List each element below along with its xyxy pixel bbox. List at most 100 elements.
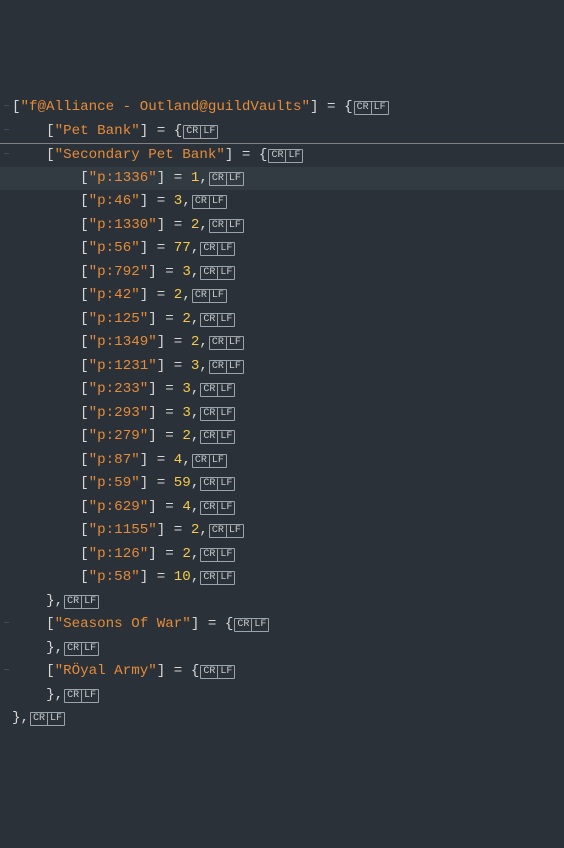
eol-marker: CRLF <box>193 449 227 473</box>
brace-close: } <box>12 710 21 726</box>
bracket-close: ] <box>225 147 234 163</box>
code-line[interactable]: },CRLF <box>0 707 564 731</box>
bracket-close: ] <box>157 334 166 350</box>
code-line[interactable]: ["p:125"] = 2,CRLF <box>0 308 564 332</box>
eol-marker: CRLF <box>184 120 218 144</box>
code-line[interactable]: ["p:1349"] = 2,CRLF <box>0 331 564 355</box>
code-line[interactable]: ["p:1155"] = 2,CRLF <box>0 519 564 543</box>
code-line[interactable]: − ["Seasons Of War"] = {CRLF <box>0 613 564 637</box>
table-key: "p:56" <box>89 240 140 256</box>
equals: = <box>174 663 183 679</box>
eol-marker: CRLF <box>210 355 244 379</box>
bracket-close: ] <box>157 358 166 374</box>
code-line[interactable]: ["p:1330"] = 2,CRLF <box>0 214 564 238</box>
bracket-close: ] <box>148 311 157 327</box>
code-line[interactable]: ["p:56"] = 77,CRLF <box>0 237 564 261</box>
eol-marker: CRLF <box>210 214 244 238</box>
table-key: "p:58" <box>89 569 140 585</box>
table-key: "Secondary Pet Bank" <box>55 147 225 163</box>
bracket-close: ] <box>140 452 149 468</box>
bracket-close: ] <box>148 381 157 397</box>
code-line[interactable]: ["p:42"] = 2,CRLF <box>0 284 564 308</box>
brace-close: } <box>46 687 55 703</box>
code-line[interactable]: },CRLF <box>0 684 564 708</box>
fold-toggle[interactable]: − <box>2 660 11 684</box>
comma: , <box>182 452 191 468</box>
bracket-open: [ <box>80 499 89 515</box>
fold-toggle[interactable]: − <box>2 144 11 168</box>
fold-toggle[interactable]: − <box>2 96 11 120</box>
comma: , <box>199 522 208 538</box>
code-line[interactable]: ["p:59"] = 59,CRLF <box>0 472 564 496</box>
eol-marker: CRLF <box>65 637 99 661</box>
value-number: 2 <box>182 546 191 562</box>
bracket-close: ] <box>310 99 319 115</box>
equals: = <box>208 616 217 632</box>
bracket-close: ] <box>148 264 157 280</box>
equals: = <box>165 264 174 280</box>
equals: = <box>174 217 183 233</box>
eol-marker: CRLF <box>201 237 235 261</box>
table-key: "p:792" <box>89 264 149 280</box>
table-key: "Seasons Of War" <box>55 616 191 632</box>
eol-marker: CRLF <box>269 144 303 168</box>
code-line[interactable]: ["p:58"] = 10,CRLF <box>0 566 564 590</box>
table-key: "Pet Bank" <box>55 123 140 139</box>
equals: = <box>157 193 166 209</box>
bracket-close: ] <box>191 616 200 632</box>
fold-toggle[interactable]: − <box>2 613 11 637</box>
code-line[interactable]: ["p:1336"] = 1,CRLF <box>0 167 564 191</box>
code-line[interactable]: ["p:46"] = 3,CRLF <box>0 190 564 214</box>
code-line[interactable]: ["p:293"] = 3,CRLF <box>0 402 564 426</box>
table-key: "p:59" <box>89 475 140 491</box>
table-key: "p:125" <box>89 311 149 327</box>
code-editor[interactable]: −["f@Alliance - Outland@guildVaults"] = … <box>0 94 564 731</box>
bracket-open: [ <box>80 381 89 397</box>
eol-marker: CRLF <box>201 496 235 520</box>
comma: , <box>55 687 64 703</box>
equals: = <box>157 123 166 139</box>
code-line[interactable]: ["p:233"] = 3,CRLF <box>0 378 564 402</box>
bracket-open: [ <box>80 405 89 421</box>
bracket-close: ] <box>140 287 149 303</box>
code-line[interactable]: ["p:1231"] = 3,CRLF <box>0 355 564 379</box>
equals: = <box>174 170 183 186</box>
comma: , <box>182 193 191 209</box>
brace-open: { <box>259 147 268 163</box>
code-line[interactable]: −["f@Alliance - Outland@guildVaults"] = … <box>0 96 564 120</box>
bracket-open: [ <box>80 428 89 444</box>
eol-marker: CRLF <box>201 425 235 449</box>
bracket-open: [ <box>80 264 89 280</box>
code-line[interactable]: ["p:87"] = 4,CRLF <box>0 449 564 473</box>
code-line[interactable]: − ["Secondary Pet Bank"] = {CRLF <box>0 143 564 167</box>
comma: , <box>199 358 208 374</box>
brace-close: } <box>46 593 55 609</box>
fold-toggle[interactable]: − <box>2 120 11 144</box>
bracket-open: [ <box>80 170 89 186</box>
eol-marker: CRLF <box>210 167 244 191</box>
equals: = <box>165 546 174 562</box>
code-line[interactable]: − ["Pet Bank"] = {CRLF <box>0 120 564 144</box>
code-line[interactable]: },CRLF <box>0 637 564 661</box>
code-line[interactable]: ["p:126"] = 2,CRLF <box>0 543 564 567</box>
value-number: 3 <box>182 381 191 397</box>
table-key: "p:1155" <box>89 522 157 538</box>
bracket-close: ] <box>157 522 166 538</box>
code-line[interactable]: ["p:629"] = 4,CRLF <box>0 496 564 520</box>
code-line[interactable]: − ["RÖyal Army"] = {CRLF <box>0 660 564 684</box>
table-key: "p:87" <box>89 452 140 468</box>
table-key: "p:1349" <box>89 334 157 350</box>
bracket-open: [ <box>46 663 55 679</box>
table-key: "p:1336" <box>89 170 157 186</box>
comma: , <box>191 475 200 491</box>
value-number: 2 <box>182 311 191 327</box>
equals: = <box>165 311 174 327</box>
code-line[interactable]: },CRLF <box>0 590 564 614</box>
bracket-open: [ <box>80 193 89 209</box>
table-key: "p:42" <box>89 287 140 303</box>
eol-marker: CRLF <box>355 96 389 120</box>
code-line[interactable]: ["p:279"] = 2,CRLF <box>0 425 564 449</box>
comma: , <box>191 264 200 280</box>
code-line[interactable]: ["p:792"] = 3,CRLF <box>0 261 564 285</box>
bracket-open: [ <box>46 147 55 163</box>
